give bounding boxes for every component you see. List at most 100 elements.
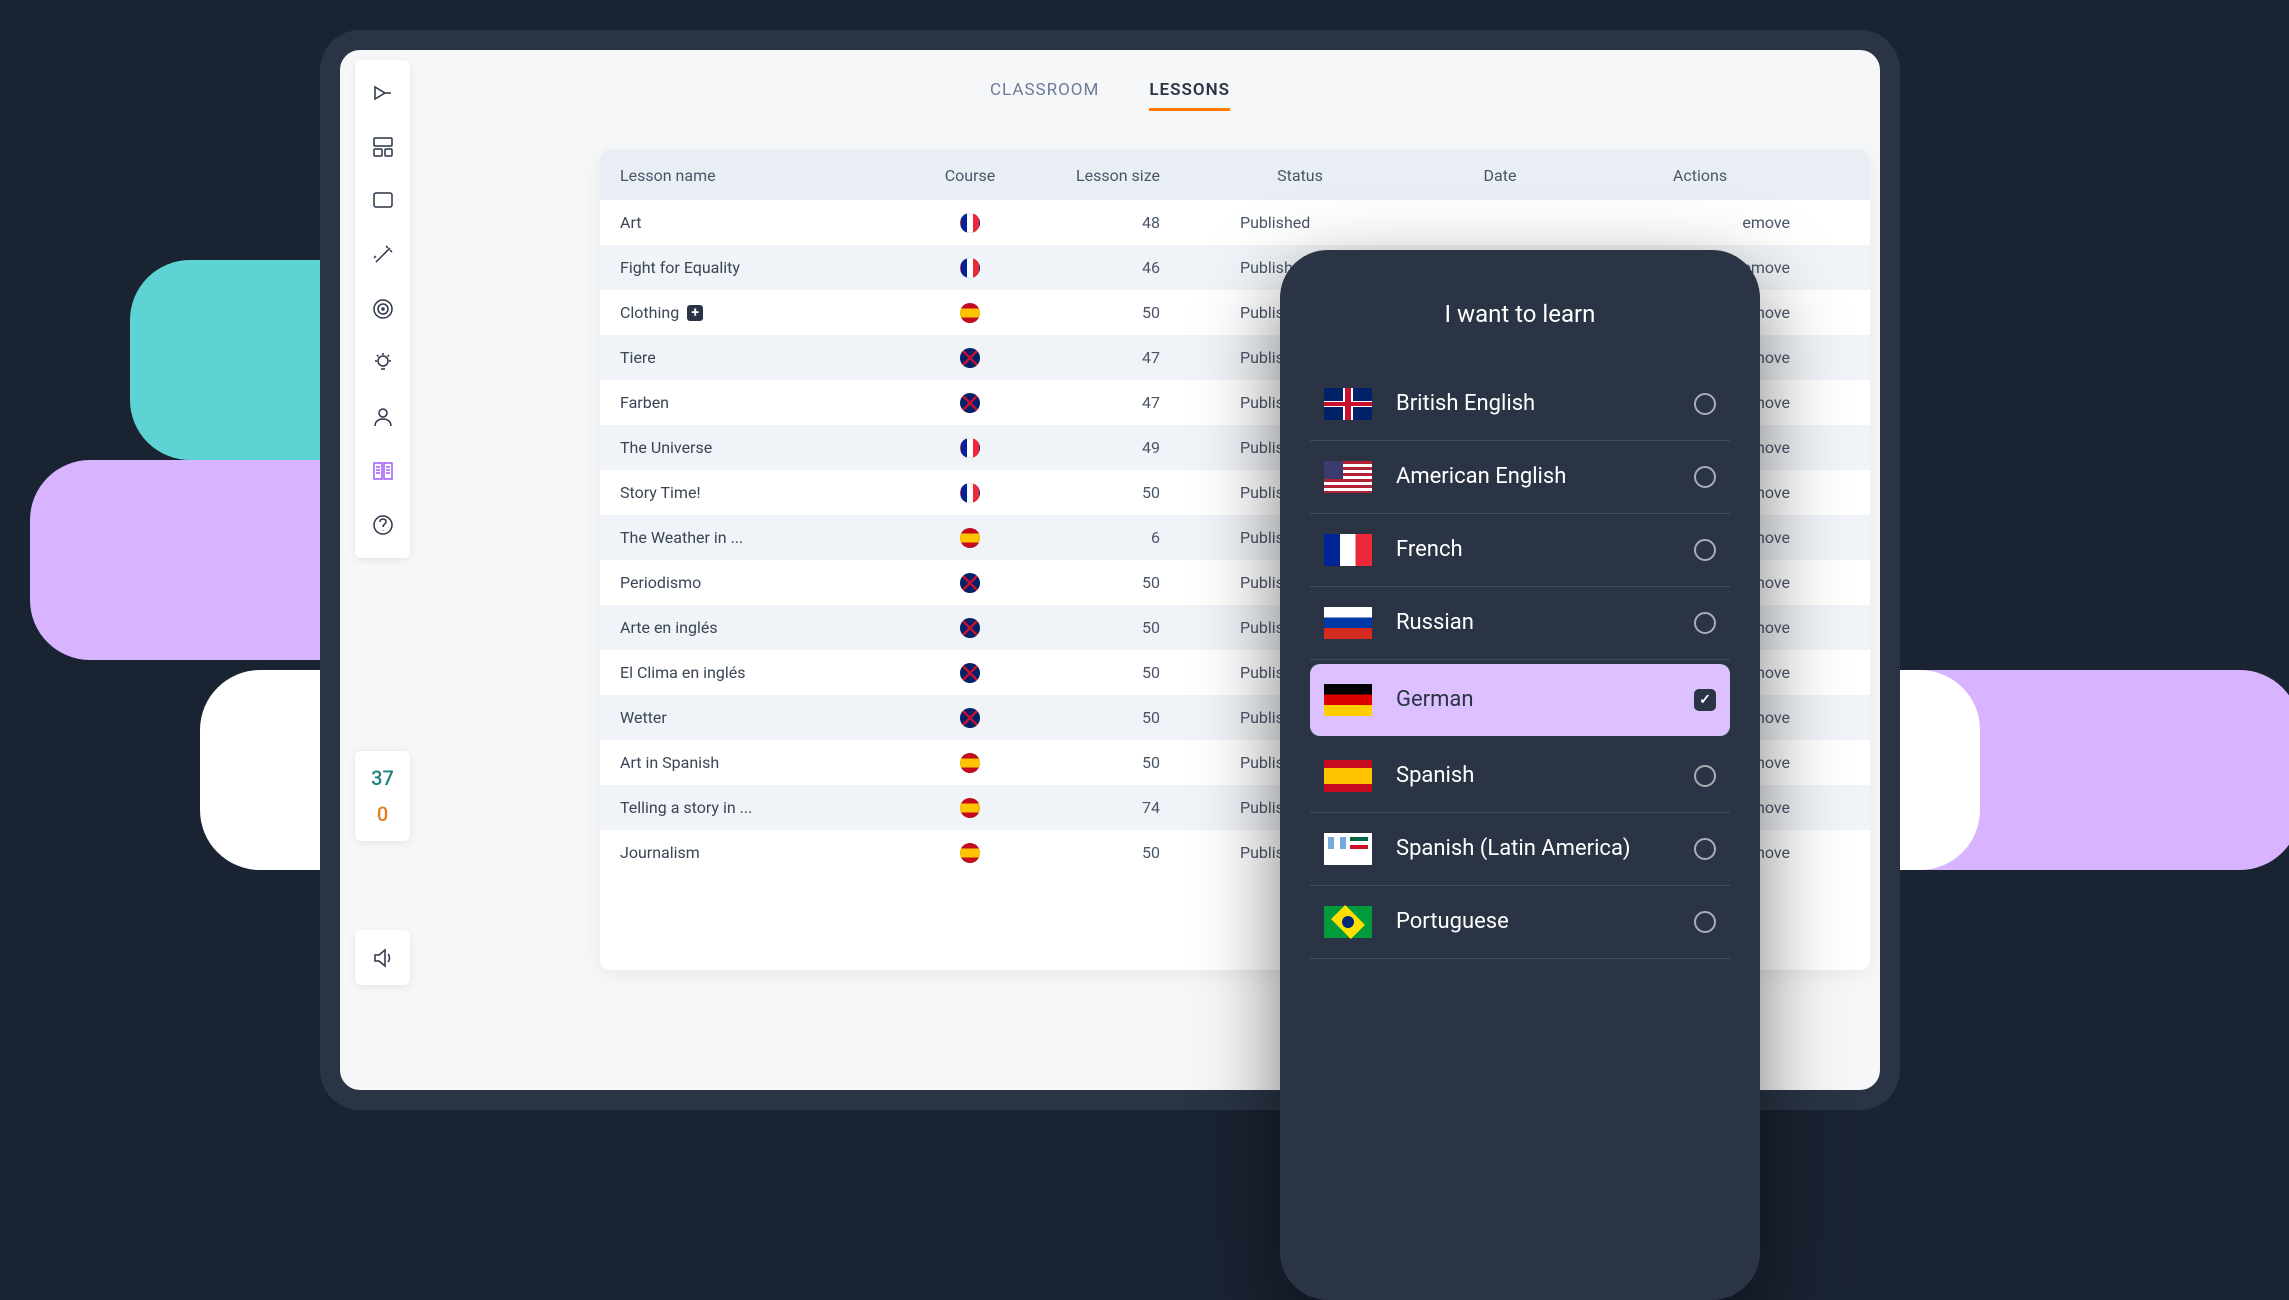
sound-toggle[interactable] xyxy=(355,930,410,985)
cell-course xyxy=(900,798,1040,818)
cell-course xyxy=(900,438,1040,458)
sidebar-nav xyxy=(355,60,410,558)
cell-name: Tiere xyxy=(620,348,900,367)
cell-course xyxy=(900,618,1040,638)
lesson-name-label: Fight for Equality xyxy=(620,258,740,277)
lesson-name-label: Story Time! xyxy=(620,483,701,502)
sidebar-stats: 37 0 xyxy=(355,750,410,841)
es-flag-icon xyxy=(960,528,980,548)
stat-count-2: 0 xyxy=(377,802,388,826)
cell-name: Fight for Equality xyxy=(620,258,900,277)
target-icon[interactable] xyxy=(370,296,396,322)
language-label: Spanish (Latin America) xyxy=(1396,835,1670,863)
language-option[interactable]: German xyxy=(1310,664,1730,736)
cell-size: 50 xyxy=(1040,483,1200,502)
cell-course xyxy=(900,483,1040,503)
radio-icon xyxy=(1694,466,1716,488)
lesson-name-label: Farben xyxy=(620,393,669,412)
language-option[interactable]: Russian xyxy=(1310,587,1730,660)
language-option[interactable]: Spanish xyxy=(1310,740,1730,813)
lesson-name-label: El Clima en inglés xyxy=(620,663,745,682)
language-label: American English xyxy=(1396,463,1670,491)
language-label: French xyxy=(1396,536,1670,564)
latam-flag-icon xyxy=(1324,833,1372,865)
cell-course xyxy=(900,663,1040,683)
cell-name: The Universe xyxy=(620,438,900,457)
cell-course xyxy=(900,213,1040,233)
remove-action[interactable]: emove xyxy=(1600,213,1800,232)
cell-size: 50 xyxy=(1040,573,1200,592)
cell-course xyxy=(900,573,1040,593)
es-flag-icon xyxy=(960,753,980,773)
th-status: Status xyxy=(1200,166,1400,185)
th-course: Course xyxy=(900,166,1040,185)
cell-size: 50 xyxy=(1040,708,1200,727)
cell-name: El Clima en inglés xyxy=(620,663,900,682)
wand-icon[interactable] xyxy=(370,242,396,268)
cell-name: Art in Spanish xyxy=(620,753,900,772)
th-actions: Actions xyxy=(1600,166,1800,185)
cell-size: 50 xyxy=(1040,618,1200,637)
table-row[interactable]: Art48Publishedemove xyxy=(600,200,1870,245)
cell-name: Story Time! xyxy=(620,483,900,502)
modal-title: I want to learn xyxy=(1310,300,1730,328)
language-label: Spanish xyxy=(1396,762,1670,790)
radio-icon xyxy=(1694,765,1716,787)
radio-icon xyxy=(1694,612,1716,634)
lesson-name-label: Clothing xyxy=(620,303,679,322)
dashboard-icon[interactable] xyxy=(370,134,396,160)
stat-count-1: 37 xyxy=(371,766,394,790)
ru-flag-icon xyxy=(1324,607,1372,639)
language-list: British English American English French Rus… xyxy=(1310,368,1730,959)
cell-name: The Weather in ... xyxy=(620,528,900,547)
help-icon[interactable] xyxy=(370,512,396,538)
tab-classroom[interactable]: CLASSROOM xyxy=(990,80,1099,111)
cell-course xyxy=(900,258,1040,278)
language-option[interactable]: Portuguese xyxy=(1310,886,1730,959)
th-size: Lesson size xyxy=(1040,166,1200,185)
fr-flag-icon xyxy=(1324,534,1372,566)
radio-icon xyxy=(1694,539,1716,561)
lesson-name-label: Tiere xyxy=(620,348,656,367)
user-icon[interactable] xyxy=(370,404,396,430)
fr-flag-icon xyxy=(960,258,980,278)
cell-course xyxy=(900,348,1040,368)
cell-name: Telling a story in ... xyxy=(620,798,900,817)
lesson-name-label: Journalism xyxy=(620,843,700,862)
fr-flag-icon xyxy=(960,483,980,503)
cell-course xyxy=(900,843,1040,863)
lesson-name-label: Arte en inglés xyxy=(620,618,718,637)
top-tabs: CLASSROOM LESSONS xyxy=(340,80,1880,111)
screen-icon[interactable] xyxy=(370,188,396,214)
cell-name: Farben xyxy=(620,393,900,412)
plus-icon: + xyxy=(687,305,703,321)
language-option[interactable]: American English xyxy=(1310,441,1730,514)
lesson-name-label: Art in Spanish xyxy=(620,753,719,772)
table-header: Lesson name Course Lesson size Status Da… xyxy=(600,150,1870,200)
es-flag-icon xyxy=(960,303,980,323)
fr-flag-icon xyxy=(960,213,980,233)
cell-size: 46 xyxy=(1040,258,1200,277)
language-label: Portuguese xyxy=(1396,908,1670,936)
cell-size: 74 xyxy=(1040,798,1200,817)
cell-name: Journalism xyxy=(620,843,900,862)
language-option[interactable]: French xyxy=(1310,514,1730,587)
gb-flag-icon xyxy=(960,393,980,413)
language-picker-modal: I want to learn British English American … xyxy=(1280,250,1760,1300)
language-label: British English xyxy=(1396,390,1670,418)
lightbulb-icon[interactable] xyxy=(370,350,396,376)
cell-name: Periodismo xyxy=(620,573,900,592)
language-option[interactable]: Spanish (Latin America) xyxy=(1310,813,1730,886)
br-flag-icon xyxy=(1324,906,1372,938)
de-flag-icon xyxy=(1324,684,1372,716)
cell-size: 50 xyxy=(1040,303,1200,322)
gb-flag-icon xyxy=(960,663,980,683)
lessons-icon[interactable] xyxy=(370,458,396,484)
cell-size: 49 xyxy=(1040,438,1200,457)
language-label: German xyxy=(1396,686,1670,714)
lesson-name-label: Wetter xyxy=(620,708,667,727)
lesson-name-label: Periodismo xyxy=(620,573,701,592)
language-option[interactable]: British English xyxy=(1310,368,1730,441)
lesson-name-label: Telling a story in ... xyxy=(620,798,752,817)
tab-lessons[interactable]: LESSONS xyxy=(1149,80,1230,111)
